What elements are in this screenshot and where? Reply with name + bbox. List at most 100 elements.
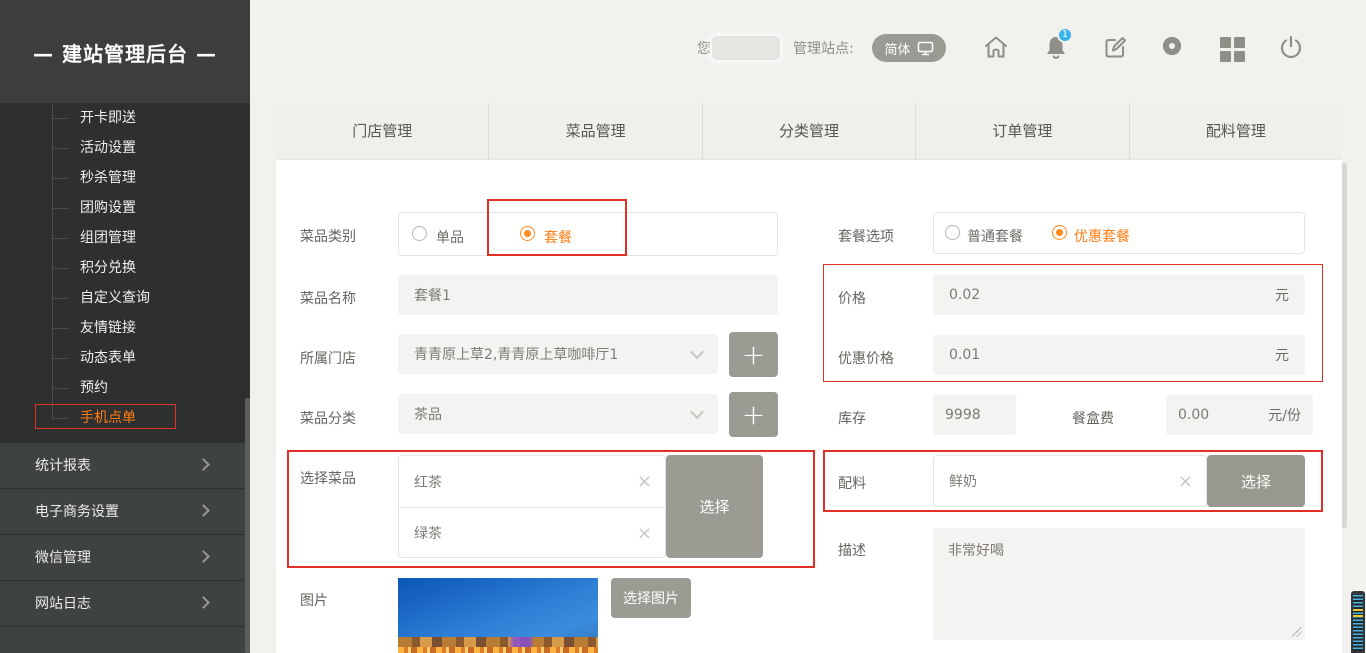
box-fee-unit: 元/份 xyxy=(1268,405,1301,425)
radio-label-single[interactable]: 单品 xyxy=(436,227,464,247)
gear-icon xyxy=(1159,33,1185,59)
sidebar-section-wechat[interactable]: 微信管理 xyxy=(0,535,250,581)
notifications-button[interactable]: 1 xyxy=(1042,33,1072,63)
resize-handle[interactable] xyxy=(1292,627,1302,637)
sidebar-item-card-gift[interactable]: 开卡即送 xyxy=(0,103,250,133)
sidebar-item-label: 手机点单 xyxy=(80,410,136,426)
tree-tick xyxy=(52,268,68,269)
tree-tick xyxy=(52,388,68,389)
plus-icon: + xyxy=(742,401,765,429)
sidebar-item-label: 积分兑换 xyxy=(80,260,136,276)
sidebar-scrollbar[interactable] xyxy=(245,398,250,653)
edit-button[interactable] xyxy=(1101,33,1131,63)
edge-widget-stripe-yellow xyxy=(1353,615,1363,617)
price-input[interactable]: 0.02 元 xyxy=(933,275,1305,315)
redacted-username xyxy=(712,36,780,60)
close-icon[interactable]: × xyxy=(1178,471,1193,492)
tab-order-management[interactable]: 订单管理 xyxy=(916,103,1129,159)
field-label-description: 描述 xyxy=(838,540,866,560)
add-classification-button[interactable]: + xyxy=(729,392,778,437)
sidebar-item-label: 友情链接 xyxy=(80,320,136,336)
description-value: 非常好喝 xyxy=(948,543,1004,559)
radio-label-combo[interactable]: 套餐 xyxy=(544,227,572,247)
sidebar-item-label: 预约 xyxy=(80,380,108,396)
combo-option-radio-group: 普通套餐 优惠套餐 xyxy=(933,212,1305,254)
edge-widget[interactable] xyxy=(1351,591,1365,653)
select-image-label: 选择图片 xyxy=(623,588,679,608)
classification-select[interactable]: 茶品 xyxy=(398,394,718,434)
radio-normal-combo[interactable] xyxy=(945,225,960,240)
tree-tick xyxy=(52,238,68,239)
discount-price-unit: 元 xyxy=(1275,345,1289,365)
dish-item-label: 绿茶 xyxy=(414,523,442,543)
sidebar-item-groupbuy[interactable]: 团购设置 xyxy=(0,193,250,223)
field-label-classification: 菜品分类 xyxy=(300,408,356,428)
tree-tick xyxy=(52,118,68,119)
description-textarea[interactable]: 非常好喝 xyxy=(933,528,1305,640)
apps-grid-icon xyxy=(1218,35,1248,64)
notification-badge: 1 xyxy=(1057,27,1073,43)
sidebar-section-ecommerce[interactable]: 电子商务设置 xyxy=(0,489,250,535)
field-label-stock: 库存 xyxy=(838,408,866,428)
dish-name-value: 套餐1 xyxy=(414,285,451,305)
tab-ingredient-management[interactable]: 配料管理 xyxy=(1130,103,1342,159)
dish-item-label: 红茶 xyxy=(414,472,442,492)
sidebar-section-empty xyxy=(0,627,250,653)
site-label: 管理站点: xyxy=(793,38,854,60)
sidebar-item-booking[interactable]: 预约 xyxy=(0,373,250,403)
section-label: 电子商务设置 xyxy=(35,504,119,520)
sidebar-section-site-log[interactable]: 网站日志 xyxy=(0,581,250,627)
sidebar-item-phone-order[interactable]: 手机点单 xyxy=(0,403,250,433)
sidebar-item-label: 组团管理 xyxy=(80,230,136,246)
category-radio-group: 单品 套餐 xyxy=(398,212,778,256)
logo-area: — 建站管理后台 — xyxy=(0,0,250,103)
language-pill-button[interactable]: 简体 xyxy=(872,34,946,62)
apps-button[interactable] xyxy=(1218,35,1248,65)
sidebar-item-custom-query[interactable]: 自定义查询 xyxy=(0,283,250,313)
sidebar-item-seckill[interactable]: 秒杀管理 xyxy=(0,163,250,193)
sidebar-section-reports[interactable]: 统计报表 xyxy=(0,443,250,489)
stock-input[interactable]: 9998 xyxy=(933,395,1016,435)
tree-tick xyxy=(52,418,68,419)
field-label-name: 菜品名称 xyxy=(300,288,356,308)
chevron-right-icon xyxy=(197,504,210,517)
box-fee-input[interactable]: 0.00 元/份 xyxy=(1166,395,1313,435)
language-label: 简体 xyxy=(884,39,910,58)
sidebar-item-links[interactable]: 友情链接 xyxy=(0,313,250,343)
chevron-right-icon xyxy=(197,596,210,609)
close-icon[interactable]: × xyxy=(637,471,652,492)
sidebar-sections: 统计报表 电子商务设置 微信管理 网站日志 xyxy=(0,443,250,653)
content-scrollbar[interactable] xyxy=(1342,163,1347,528)
radio-discount-combo[interactable] xyxy=(1052,225,1067,240)
settings-button[interactable] xyxy=(1159,33,1189,63)
radio-label-normal-combo[interactable]: 普通套餐 xyxy=(967,226,1023,246)
select-image-button[interactable]: 选择图片 xyxy=(611,578,691,618)
radio-single-item[interactable] xyxy=(412,226,427,241)
add-store-button[interactable]: + xyxy=(729,332,778,377)
sidebar-item-dynamic-form[interactable]: 动态表单 xyxy=(0,343,250,373)
field-label-dishes: 选择菜品 xyxy=(300,468,356,488)
radio-label-discount-combo[interactable]: 优惠套餐 xyxy=(1074,226,1130,246)
tab-store-management[interactable]: 门店管理 xyxy=(276,103,489,159)
sidebar-item-team[interactable]: 组团管理 xyxy=(0,223,250,253)
tab-dish-management[interactable]: 菜品管理 xyxy=(489,103,702,159)
radio-combo[interactable] xyxy=(520,226,535,241)
dish-item-row: 绿茶 × xyxy=(399,507,665,558)
sidebar-item-points[interactable]: 积分兑换 xyxy=(0,253,250,283)
home-button[interactable] xyxy=(982,33,1012,63)
sidebar-item-label: 自定义查询 xyxy=(80,290,150,306)
close-icon[interactable]: × xyxy=(637,523,652,544)
discount-price-input[interactable]: 0.01 元 xyxy=(933,335,1305,375)
select-ingredients-button[interactable]: 选择 xyxy=(1207,455,1305,507)
chevron-down-icon xyxy=(690,405,704,419)
dish-name-input[interactable]: 套餐1 xyxy=(398,275,778,315)
ingredients-input[interactable]: 鲜奶 × xyxy=(933,455,1207,507)
store-select[interactable]: 青青原上草2,青青原上草咖啡厅1 xyxy=(398,334,718,374)
select-dishes-button[interactable]: 选择 xyxy=(666,455,763,558)
dish-photo-thumbnail[interactable] xyxy=(398,578,598,653)
power-button[interactable] xyxy=(1277,33,1307,63)
sidebar-item-activity[interactable]: 活动设置 xyxy=(0,133,250,163)
sidebar-item-label: 团购设置 xyxy=(80,200,136,216)
tab-category-management[interactable]: 分类管理 xyxy=(703,103,916,159)
tree-tick xyxy=(52,298,68,299)
